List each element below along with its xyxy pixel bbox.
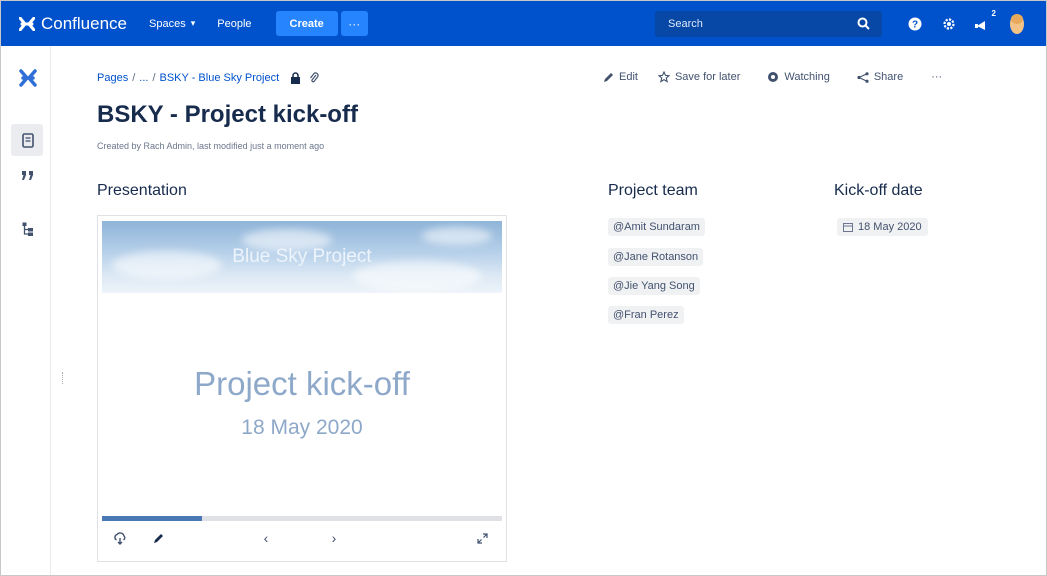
settings-gear-icon[interactable] [932, 17, 966, 31]
save-for-later-button[interactable]: Save for later [657, 71, 741, 83]
more-actions-button[interactable]: ··· [931, 71, 942, 83]
slide-date: 18 May 2020 [241, 416, 363, 439]
project-team-heading: Project team [608, 182, 698, 199]
svg-text:?: ? [912, 19, 918, 30]
blog-quote-icon[interactable] [18, 166, 38, 186]
slide-banner-title: Blue Sky Project [232, 246, 372, 267]
sidebar-resize-handle[interactable] [62, 372, 64, 384]
search-icon[interactable] [857, 17, 870, 35]
breadcrumb-separator: / [132, 72, 136, 84]
next-slide-icon[interactable]: › [324, 528, 344, 548]
share-label: Share [873, 71, 904, 83]
spaces-label: Spaces [149, 17, 186, 30]
nav-icon-group: ? 2 [898, 1, 1034, 46]
kickoff-date-heading: Kick-off date [834, 182, 923, 199]
page-metadata: Created by Rach Admin, last modified jus… [97, 141, 325, 151]
confluence-window: Confluence Spaces ▾ People Create ··· ? [0, 0, 1047, 576]
breadcrumb-separator: / [152, 72, 156, 84]
people-link[interactable]: People [217, 18, 251, 30]
download-icon[interactable] [110, 528, 130, 548]
space-logo-icon[interactable] [18, 68, 38, 88]
edit-pencil-icon[interactable] [148, 528, 168, 548]
user-mention[interactable]: @Fran Perez [608, 306, 684, 324]
edit-button[interactable]: Edit [603, 71, 638, 83]
share-button[interactable]: Share [857, 71, 903, 83]
help-icon[interactable]: ? [898, 17, 932, 31]
breadcrumb: Pages / ... / BSKY - Blue Sky Project [97, 72, 319, 84]
slide-progress-fill [102, 516, 202, 521]
presentation-viewer[interactable]: Blue Sky Project Project kick-off 18 May… [97, 215, 507, 562]
confluence-logo-icon [19, 16, 35, 31]
slide-progress-bar[interactable] [102, 516, 502, 521]
eye-icon [768, 72, 779, 82]
user-mention[interactable]: @Jane Rotanson [608, 248, 704, 266]
create-label: Create [289, 17, 324, 30]
notifications-icon[interactable]: 2 [966, 9, 1000, 31]
breadcrumb-ellipsis[interactable]: ... [139, 72, 148, 84]
search-input[interactable] [655, 18, 845, 30]
slide-title: Project kick-off [194, 365, 410, 402]
save-for-later-label: Save for later [674, 71, 741, 83]
chevron-down-icon: ▾ [190, 18, 196, 28]
top-navigation: Confluence Spaces ▾ People Create ··· ? [1, 1, 1046, 46]
user-avatar[interactable] [1000, 13, 1034, 35]
edit-label: Edit [619, 71, 638, 83]
pencil-icon [604, 72, 613, 82]
share-icon [857, 71, 869, 83]
breadcrumb-pages[interactable]: Pages [97, 72, 128, 84]
more-actions-icon: ··· [931, 71, 943, 83]
restrictions-lock-icon[interactable] [290, 72, 301, 84]
slide-banner-image: Blue Sky Project [102, 221, 502, 293]
page-title: BSKY - Project kick-off [97, 101, 358, 128]
create-button[interactable]: Create [275, 11, 338, 36]
kickoff-date-value: 18 May 2020 [858, 221, 922, 233]
search-box[interactable] [655, 11, 882, 37]
watching-label: Watching [784, 71, 830, 83]
left-sidebar [1, 46, 51, 575]
user-mention[interactable]: @Amit Sundaram [608, 218, 705, 236]
pages-icon[interactable] [18, 130, 38, 150]
previous-slide-icon[interactable]: ‹ [256, 528, 276, 548]
spaces-menu[interactable]: Spaces ▾ [149, 18, 195, 30]
product-name: Confluence [41, 13, 128, 33]
star-icon [657, 71, 670, 83]
breadcrumb-space[interactable]: BSKY - Blue Sky Project [160, 72, 280, 84]
confluence-logo[interactable]: Confluence [19, 14, 127, 34]
page-actions: Edit Save for later Watching Share ··· [603, 71, 942, 83]
fullscreen-icon[interactable] [472, 528, 492, 548]
user-mention[interactable]: @Jie Yang Song [608, 277, 700, 295]
notification-badge: 2 [991, 8, 996, 18]
watching-button[interactable]: Watching [767, 71, 830, 83]
attachment-paperclip-icon[interactable] [309, 72, 319, 84]
page-tree-icon[interactable] [18, 219, 38, 239]
calendar-icon [843, 223, 853, 232]
create-more-button[interactable]: ··· [340, 11, 368, 36]
presentation-heading: Presentation [97, 182, 187, 199]
more-dots-icon: ··· [348, 16, 361, 31]
people-label: People [217, 17, 252, 30]
kickoff-date-lozenge[interactable]: 18 May 2020 [837, 218, 928, 236]
